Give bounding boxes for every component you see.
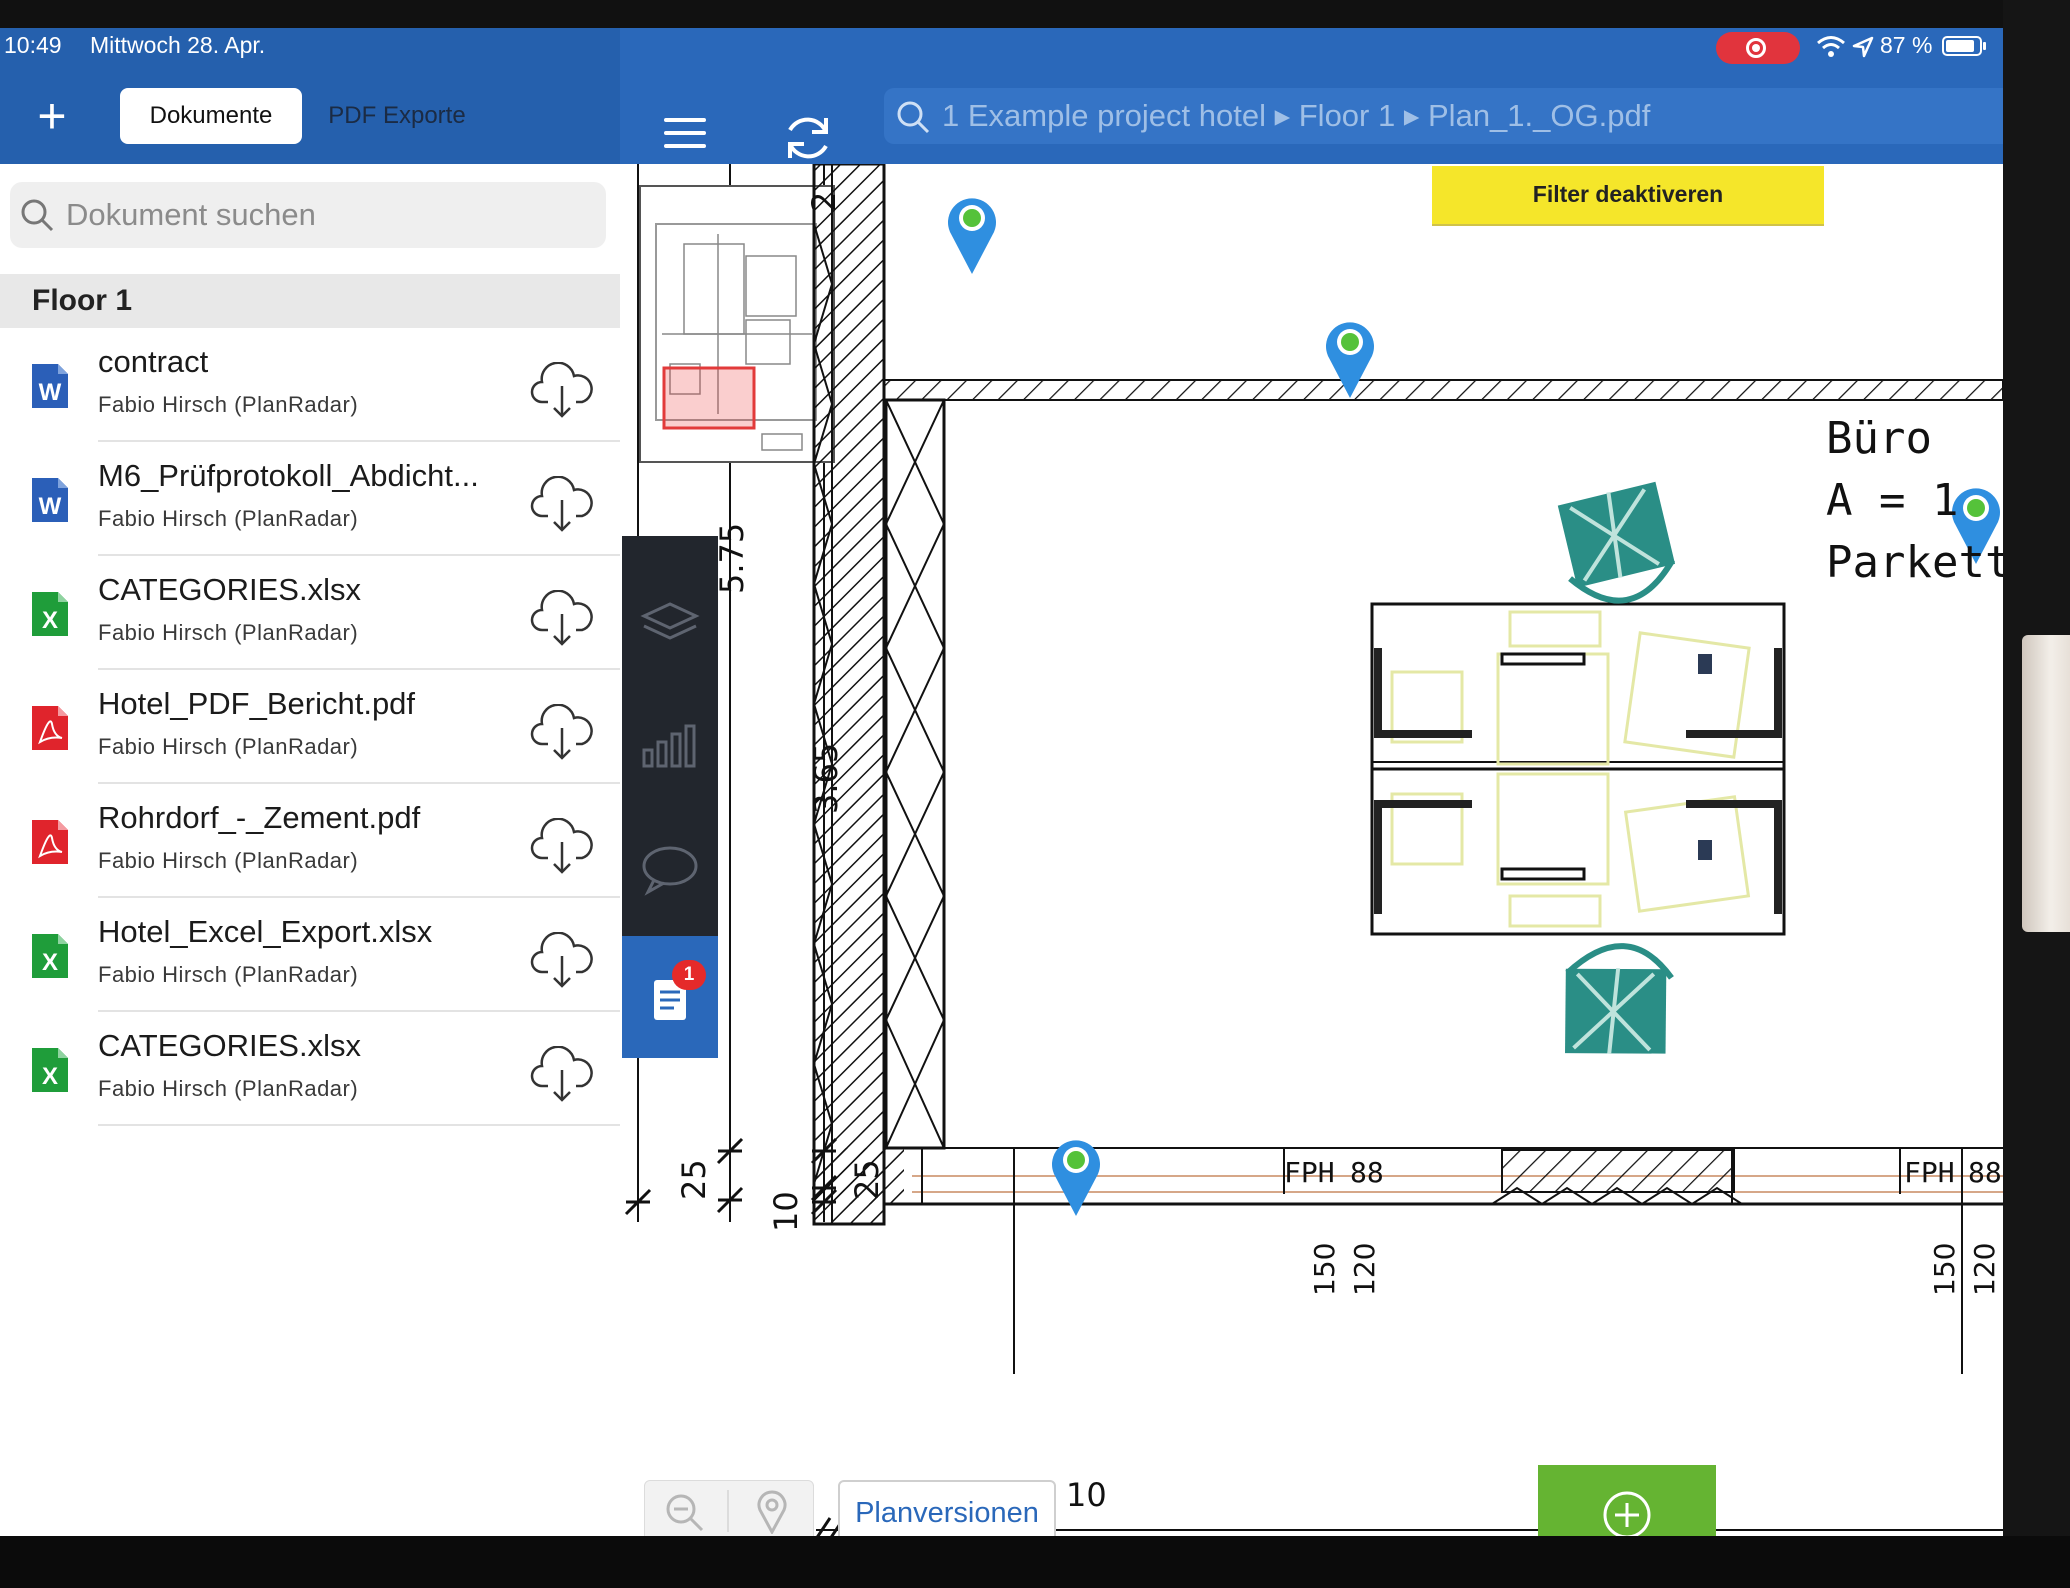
cloud-download-icon[interactable] bbox=[530, 362, 594, 418]
video-thumbnail bbox=[2022, 635, 2070, 932]
svg-text:X: X bbox=[42, 1063, 58, 1090]
fph-left-value: 88 bbox=[1350, 1156, 1384, 1189]
document-row[interactable]: W contract Fabio Hirsch (PlanRadar) bbox=[0, 328, 620, 442]
device-top-strip bbox=[0, 0, 2070, 28]
battery-percent: 87 % bbox=[1880, 32, 1933, 58]
document-author: Fabio Hirsch (PlanRadar) bbox=[98, 1076, 359, 1101]
search-icon bbox=[897, 101, 930, 134]
search-icon bbox=[21, 199, 54, 232]
svg-text:X: X bbox=[42, 607, 58, 634]
document-row[interactable]: Hotel_PDF_Bericht.pdf Fabio Hirsch (Plan… bbox=[0, 670, 620, 784]
document-author: Fabio Hirsch (PlanRadar) bbox=[98, 848, 359, 873]
notification-badge: 1 bbox=[672, 960, 706, 990]
dim-25-a: 25 bbox=[675, 1159, 713, 1200]
device-bottom-strip bbox=[0, 1536, 2070, 1588]
dim-5-75: 5.75 bbox=[713, 523, 751, 594]
dim-25-b: 25 bbox=[848, 1159, 886, 1200]
dim-10-a: 10 bbox=[767, 1191, 805, 1232]
location-pin-icon[interactable] bbox=[1322, 316, 1378, 400]
sync-icon[interactable] bbox=[780, 110, 836, 166]
cloud-download-icon[interactable] bbox=[530, 704, 594, 760]
location-pin-icon[interactable] bbox=[1048, 1134, 1104, 1218]
location-pin-icon[interactable] bbox=[944, 192, 1000, 276]
add-circle-icon bbox=[1603, 1491, 1651, 1536]
floor-plan-drawing: 2 5.75 3.65 25 10 25 FPH 88 FPH 88 150 1… bbox=[624, 164, 2003, 1536]
plus-icon[interactable]: + bbox=[30, 91, 74, 141]
chat-icon[interactable] bbox=[640, 844, 700, 896]
chart-icon[interactable] bbox=[640, 724, 700, 768]
menu-icon[interactable] bbox=[664, 118, 708, 154]
filter-deactivate-button[interactable]: Filter deaktiveren bbox=[1432, 166, 1824, 226]
tab-dokumente[interactable]: Dokumente bbox=[120, 88, 302, 144]
cloud-download-icon[interactable] bbox=[530, 818, 594, 874]
excel-file-icon: X bbox=[32, 934, 68, 978]
battery-icon bbox=[1942, 36, 1982, 56]
document-name: contract bbox=[98, 344, 209, 379]
document-author: Fabio Hirsch (PlanRadar) bbox=[98, 392, 359, 417]
record-icon bbox=[1746, 38, 1766, 58]
dim-120-b: 120 bbox=[1968, 1243, 2001, 1296]
dim-150-a: 150 bbox=[1308, 1243, 1341, 1296]
plan-versions-button[interactable]: Planversionen bbox=[838, 1480, 1056, 1536]
pdf-file-icon bbox=[32, 706, 68, 750]
dim-150-b: 150 bbox=[1928, 1243, 1961, 1296]
document-name: CATEGORIES.xlsx bbox=[98, 1028, 361, 1063]
row-divider bbox=[98, 1124, 620, 1126]
zoom-divider bbox=[727, 1490, 729, 1532]
document-author: Fabio Hirsch (PlanRadar) bbox=[98, 506, 359, 531]
document-row[interactable]: X CATEGORIES.xlsx Fabio Hirsch (PlanRada… bbox=[0, 1012, 620, 1126]
wifi-icon bbox=[1817, 36, 1845, 57]
section-title: Floor 1 bbox=[32, 284, 133, 317]
cloud-download-icon[interactable] bbox=[530, 476, 594, 532]
dim-10-b: 10 bbox=[1066, 1476, 1107, 1514]
status-date: Mittwoch 28. Apr. bbox=[90, 32, 266, 58]
document-author: Fabio Hirsch (PlanRadar) bbox=[98, 734, 359, 759]
breadcrumb: 1 Example project hotel ▸ Floor 1 ▸ Plan… bbox=[942, 98, 1651, 133]
room-label: Büro A = 1 Parkett bbox=[1826, 413, 2003, 588]
document-row[interactable]: Rohrdorf_-_Zement.pdf Fabio Hirsch (Plan… bbox=[0, 784, 620, 898]
battery-cap bbox=[1983, 42, 1986, 50]
document-search-placeholder: Dokument suchen bbox=[66, 197, 316, 232]
excel-file-icon: X bbox=[32, 1048, 68, 1092]
tab-pdf-exporte[interactable]: PDF Exporte bbox=[312, 88, 482, 144]
document-name: CATEGORIES.xlsx bbox=[98, 572, 361, 607]
layers-icon[interactable] bbox=[640, 600, 700, 650]
svg-text:W: W bbox=[39, 379, 62, 406]
dim-120-a: 120 bbox=[1348, 1243, 1381, 1296]
zoom-out-icon[interactable] bbox=[664, 1492, 704, 1532]
excel-file-icon: X bbox=[32, 592, 68, 636]
status-time: 10:49 bbox=[4, 32, 62, 58]
location-pin-icon[interactable] bbox=[756, 1490, 788, 1534]
document-name: Hotel_Excel_Export.xlsx bbox=[98, 914, 433, 949]
cloud-download-icon[interactable] bbox=[530, 1046, 594, 1102]
cloud-download-icon[interactable] bbox=[530, 932, 594, 988]
word-file-icon: W bbox=[32, 478, 68, 522]
pdf-file-icon bbox=[32, 820, 68, 864]
document-author: Fabio Hirsch (PlanRadar) bbox=[98, 962, 359, 987]
dim-3-65: 3.65 bbox=[807, 743, 845, 814]
fph-left-label: FPH bbox=[1284, 1156, 1335, 1189]
svg-text:X: X bbox=[42, 949, 58, 976]
document-name: Hotel_PDF_Bericht.pdf bbox=[98, 686, 416, 721]
dim-2: 2 bbox=[805, 192, 843, 212]
word-file-icon: W bbox=[32, 364, 68, 408]
document-name: Rohrdorf_-_Zement.pdf bbox=[98, 800, 421, 835]
cloud-download-icon[interactable] bbox=[530, 590, 594, 646]
document-name: M6_Prüfprotokoll_Abdicht... bbox=[98, 458, 479, 493]
document-list-panel: Dokument suchen Floor 1 W contract Fabio… bbox=[0, 164, 620, 1536]
location-arrow-icon bbox=[1852, 36, 1874, 58]
document-author: Fabio Hirsch (PlanRadar) bbox=[98, 620, 359, 645]
fph-right-value: 88 bbox=[1968, 1156, 2002, 1189]
document-row[interactable]: W M6_Prüfprotokoll_Abdicht... Fabio Hirs… bbox=[0, 442, 620, 556]
fph-right-label: FPH bbox=[1904, 1156, 1955, 1189]
document-row[interactable]: X Hotel_Excel_Export.xlsx Fabio Hirsch (… bbox=[0, 898, 620, 1012]
app-screen: 10:49 Mittwoch 28. Apr. 87 % + Dokumente… bbox=[0, 28, 2003, 1536]
svg-text:W: W bbox=[39, 493, 62, 520]
document-row[interactable]: X CATEGORIES.xlsx Fabio Hirsch (PlanRada… bbox=[0, 556, 620, 670]
plan-viewer[interactable]: 2 5.75 3.65 25 10 25 FPH 88 FPH 88 150 1… bbox=[622, 164, 2003, 1536]
